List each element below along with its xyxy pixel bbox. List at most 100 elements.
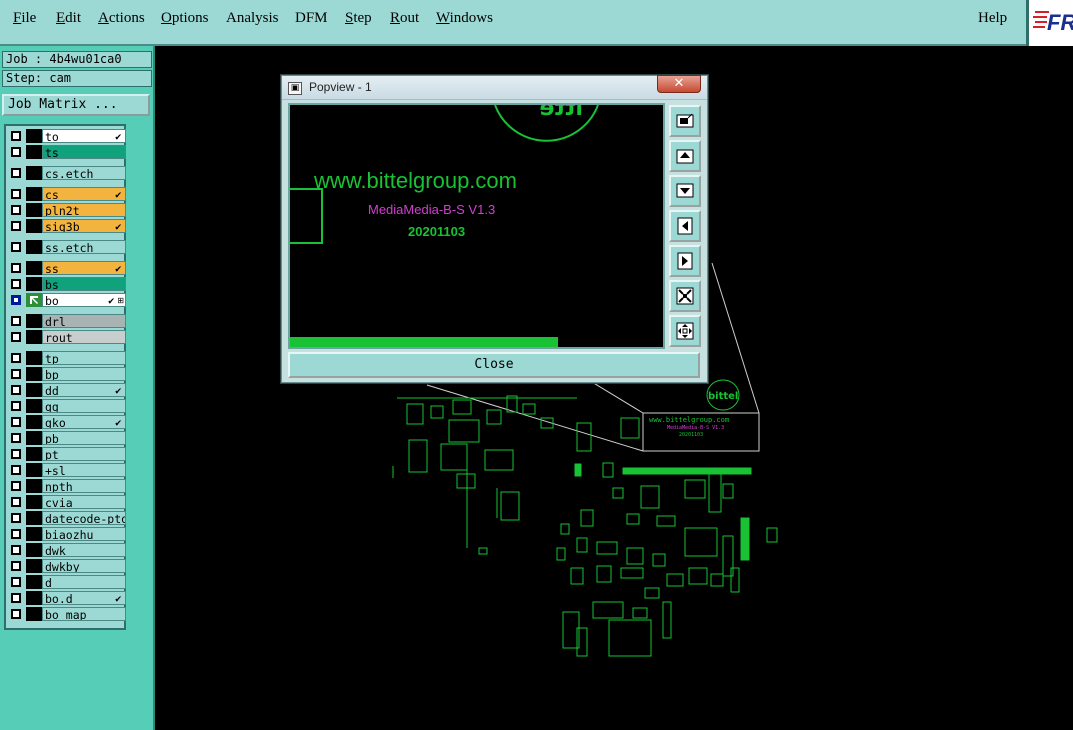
layer-name[interactable]: gg bbox=[42, 399, 126, 413]
layer-checkbox[interactable] bbox=[11, 481, 21, 491]
menu-analysis[interactable]: Analysis bbox=[226, 10, 279, 27]
layer-checkbox[interactable] bbox=[11, 465, 21, 475]
layer-row-bo[interactable]: bo ✔ ⊞ bbox=[8, 293, 126, 307]
layer-affected-indicator[interactable] bbox=[26, 543, 42, 557]
layer-checkbox[interactable] bbox=[11, 593, 21, 603]
layer-affected-indicator[interactable] bbox=[26, 367, 42, 381]
menu-help[interactable]: Help bbox=[978, 10, 1007, 27]
layer-row-gko[interactable]: gko ✔ bbox=[8, 415, 126, 429]
layer-checkbox[interactable] bbox=[11, 221, 21, 231]
close-icon[interactable]: ✕ bbox=[657, 75, 701, 93]
layer-name[interactable]: cs ✔ bbox=[42, 187, 126, 201]
layer-name[interactable]: sig3b ✔ bbox=[42, 219, 126, 233]
layer-row-bp[interactable]: bp bbox=[8, 367, 126, 381]
layer-row-rout[interactable]: rout bbox=[8, 330, 126, 344]
layer-name[interactable]: npth bbox=[42, 479, 126, 493]
layer-checkbox[interactable] bbox=[11, 332, 21, 342]
layer-name[interactable]: pt bbox=[42, 447, 126, 461]
layer-affected-indicator[interactable] bbox=[26, 415, 42, 429]
menu-file[interactable]: File bbox=[13, 10, 36, 27]
layer-name[interactable]: ss ✔ bbox=[42, 261, 126, 275]
layer-checkbox[interactable] bbox=[11, 529, 21, 539]
layer-name[interactable]: bo ✔ ⊞ bbox=[42, 293, 126, 307]
layer-row-pb[interactable]: pb bbox=[8, 431, 126, 445]
layer-affected-indicator[interactable] bbox=[26, 330, 42, 344]
layer-affected-indicator[interactable] bbox=[26, 607, 42, 621]
layer-affected-indicator[interactable] bbox=[26, 166, 42, 180]
layer-checkbox[interactable] bbox=[11, 433, 21, 443]
close-button[interactable]: Close bbox=[288, 352, 700, 378]
layer-row-bs[interactable]: bs bbox=[8, 277, 126, 291]
layer-checkbox[interactable] bbox=[11, 401, 21, 411]
layer-row-sig3b[interactable]: sig3b ✔ bbox=[8, 219, 126, 233]
layer-row-dd[interactable]: dd ✔ bbox=[8, 383, 126, 397]
layer-name[interactable]: biaozhu bbox=[42, 527, 126, 541]
layer-name[interactable]: dwkby bbox=[42, 559, 126, 573]
layer-row-pt[interactable]: pt bbox=[8, 447, 126, 461]
layer-affected-indicator[interactable] bbox=[26, 187, 42, 201]
layer-name[interactable]: +sl bbox=[42, 463, 126, 477]
layer-checkbox[interactable] bbox=[11, 131, 21, 141]
layer-row-datecode-pto[interactable]: datecode-pto bbox=[8, 511, 126, 525]
layer-checkbox[interactable] bbox=[11, 295, 21, 305]
layer-row-bo-map[interactable]: bo_map bbox=[8, 607, 126, 621]
layer-checkbox[interactable] bbox=[11, 205, 21, 215]
layer-name[interactable]: cvia bbox=[42, 495, 126, 509]
layer-affected-indicator[interactable] bbox=[26, 431, 42, 445]
layer-checkbox[interactable] bbox=[11, 263, 21, 273]
layer-row-to[interactable]: to ✔ bbox=[8, 129, 126, 143]
layer-row-dwkby[interactable]: dwkby bbox=[8, 559, 126, 573]
layer-affected-indicator[interactable] bbox=[26, 479, 42, 493]
layer-row-ts[interactable]: ts bbox=[8, 145, 126, 159]
layer-affected-indicator[interactable] bbox=[26, 145, 42, 159]
layer-name[interactable]: cs.etch bbox=[42, 166, 126, 180]
move-left-icon[interactable] bbox=[669, 210, 701, 242]
layer-name[interactable]: datecode-pto bbox=[42, 511, 126, 525]
layer-name[interactable]: bp bbox=[42, 367, 126, 381]
layer-row-pln2t[interactable]: pln2t bbox=[8, 203, 126, 217]
layer-row-npth[interactable]: npth bbox=[8, 479, 126, 493]
menu-options[interactable]: Options bbox=[161, 10, 209, 27]
layer-name[interactable]: bs bbox=[42, 277, 126, 291]
layer-name[interactable]: bo_map bbox=[42, 607, 126, 621]
layer-name[interactable]: dwk bbox=[42, 543, 126, 557]
layer-name[interactable]: bo.d ✔ bbox=[42, 591, 126, 605]
layer-name[interactable]: drl bbox=[42, 314, 126, 328]
layer-checkbox[interactable] bbox=[11, 545, 21, 555]
layer-row-ss[interactable]: ss ✔ bbox=[8, 261, 126, 275]
layer-affected-indicator[interactable] bbox=[26, 314, 42, 328]
layer-name[interactable]: ss.etch bbox=[42, 240, 126, 254]
move-down-icon[interactable] bbox=[669, 175, 701, 207]
layer-affected-indicator[interactable] bbox=[26, 399, 42, 413]
layer-checkbox[interactable] bbox=[11, 369, 21, 379]
layer-checkbox[interactable] bbox=[11, 168, 21, 178]
layer-affected-indicator[interactable] bbox=[26, 219, 42, 233]
layer-name[interactable]: tp bbox=[42, 351, 126, 365]
layer-row--sl[interactable]: +sl bbox=[8, 463, 126, 477]
layer-name[interactable]: d bbox=[42, 575, 126, 589]
popview-titlebar[interactable]: ▣ Popview - 1 bbox=[282, 76, 707, 100]
layer-affected-indicator[interactable] bbox=[26, 511, 42, 525]
layer-checkbox[interactable] bbox=[11, 609, 21, 619]
menu-step[interactable]: Step bbox=[345, 10, 372, 27]
layer-row-biaozhu[interactable]: biaozhu bbox=[8, 527, 126, 541]
move-right-icon[interactable] bbox=[669, 245, 701, 277]
layer-name[interactable]: pln2t bbox=[42, 203, 126, 217]
job-matrix-button[interactable]: Job Matrix ... bbox=[2, 94, 150, 116]
layer-name[interactable]: to ✔ bbox=[42, 129, 126, 143]
layer-affected-indicator[interactable] bbox=[26, 240, 42, 254]
layer-row-bo-d[interactable]: bo.d ✔ bbox=[8, 591, 126, 605]
layer-affected-indicator[interactable] bbox=[26, 277, 42, 291]
layer-checkbox[interactable] bbox=[11, 497, 21, 507]
work-layer-arrow-icon[interactable] bbox=[26, 293, 42, 307]
layer-affected-indicator[interactable] bbox=[26, 463, 42, 477]
move-up-icon[interactable] bbox=[669, 140, 701, 172]
menu-rout[interactable]: Rout bbox=[390, 10, 419, 27]
layer-affected-indicator[interactable] bbox=[26, 129, 42, 143]
menu-windows[interactable]: Windows bbox=[436, 10, 493, 27]
layer-affected-indicator[interactable] bbox=[26, 527, 42, 541]
layer-checkbox[interactable] bbox=[11, 513, 21, 523]
layer-checkbox[interactable] bbox=[11, 147, 21, 157]
layer-checkbox[interactable] bbox=[11, 279, 21, 289]
layer-name[interactable]: rout bbox=[42, 330, 126, 344]
